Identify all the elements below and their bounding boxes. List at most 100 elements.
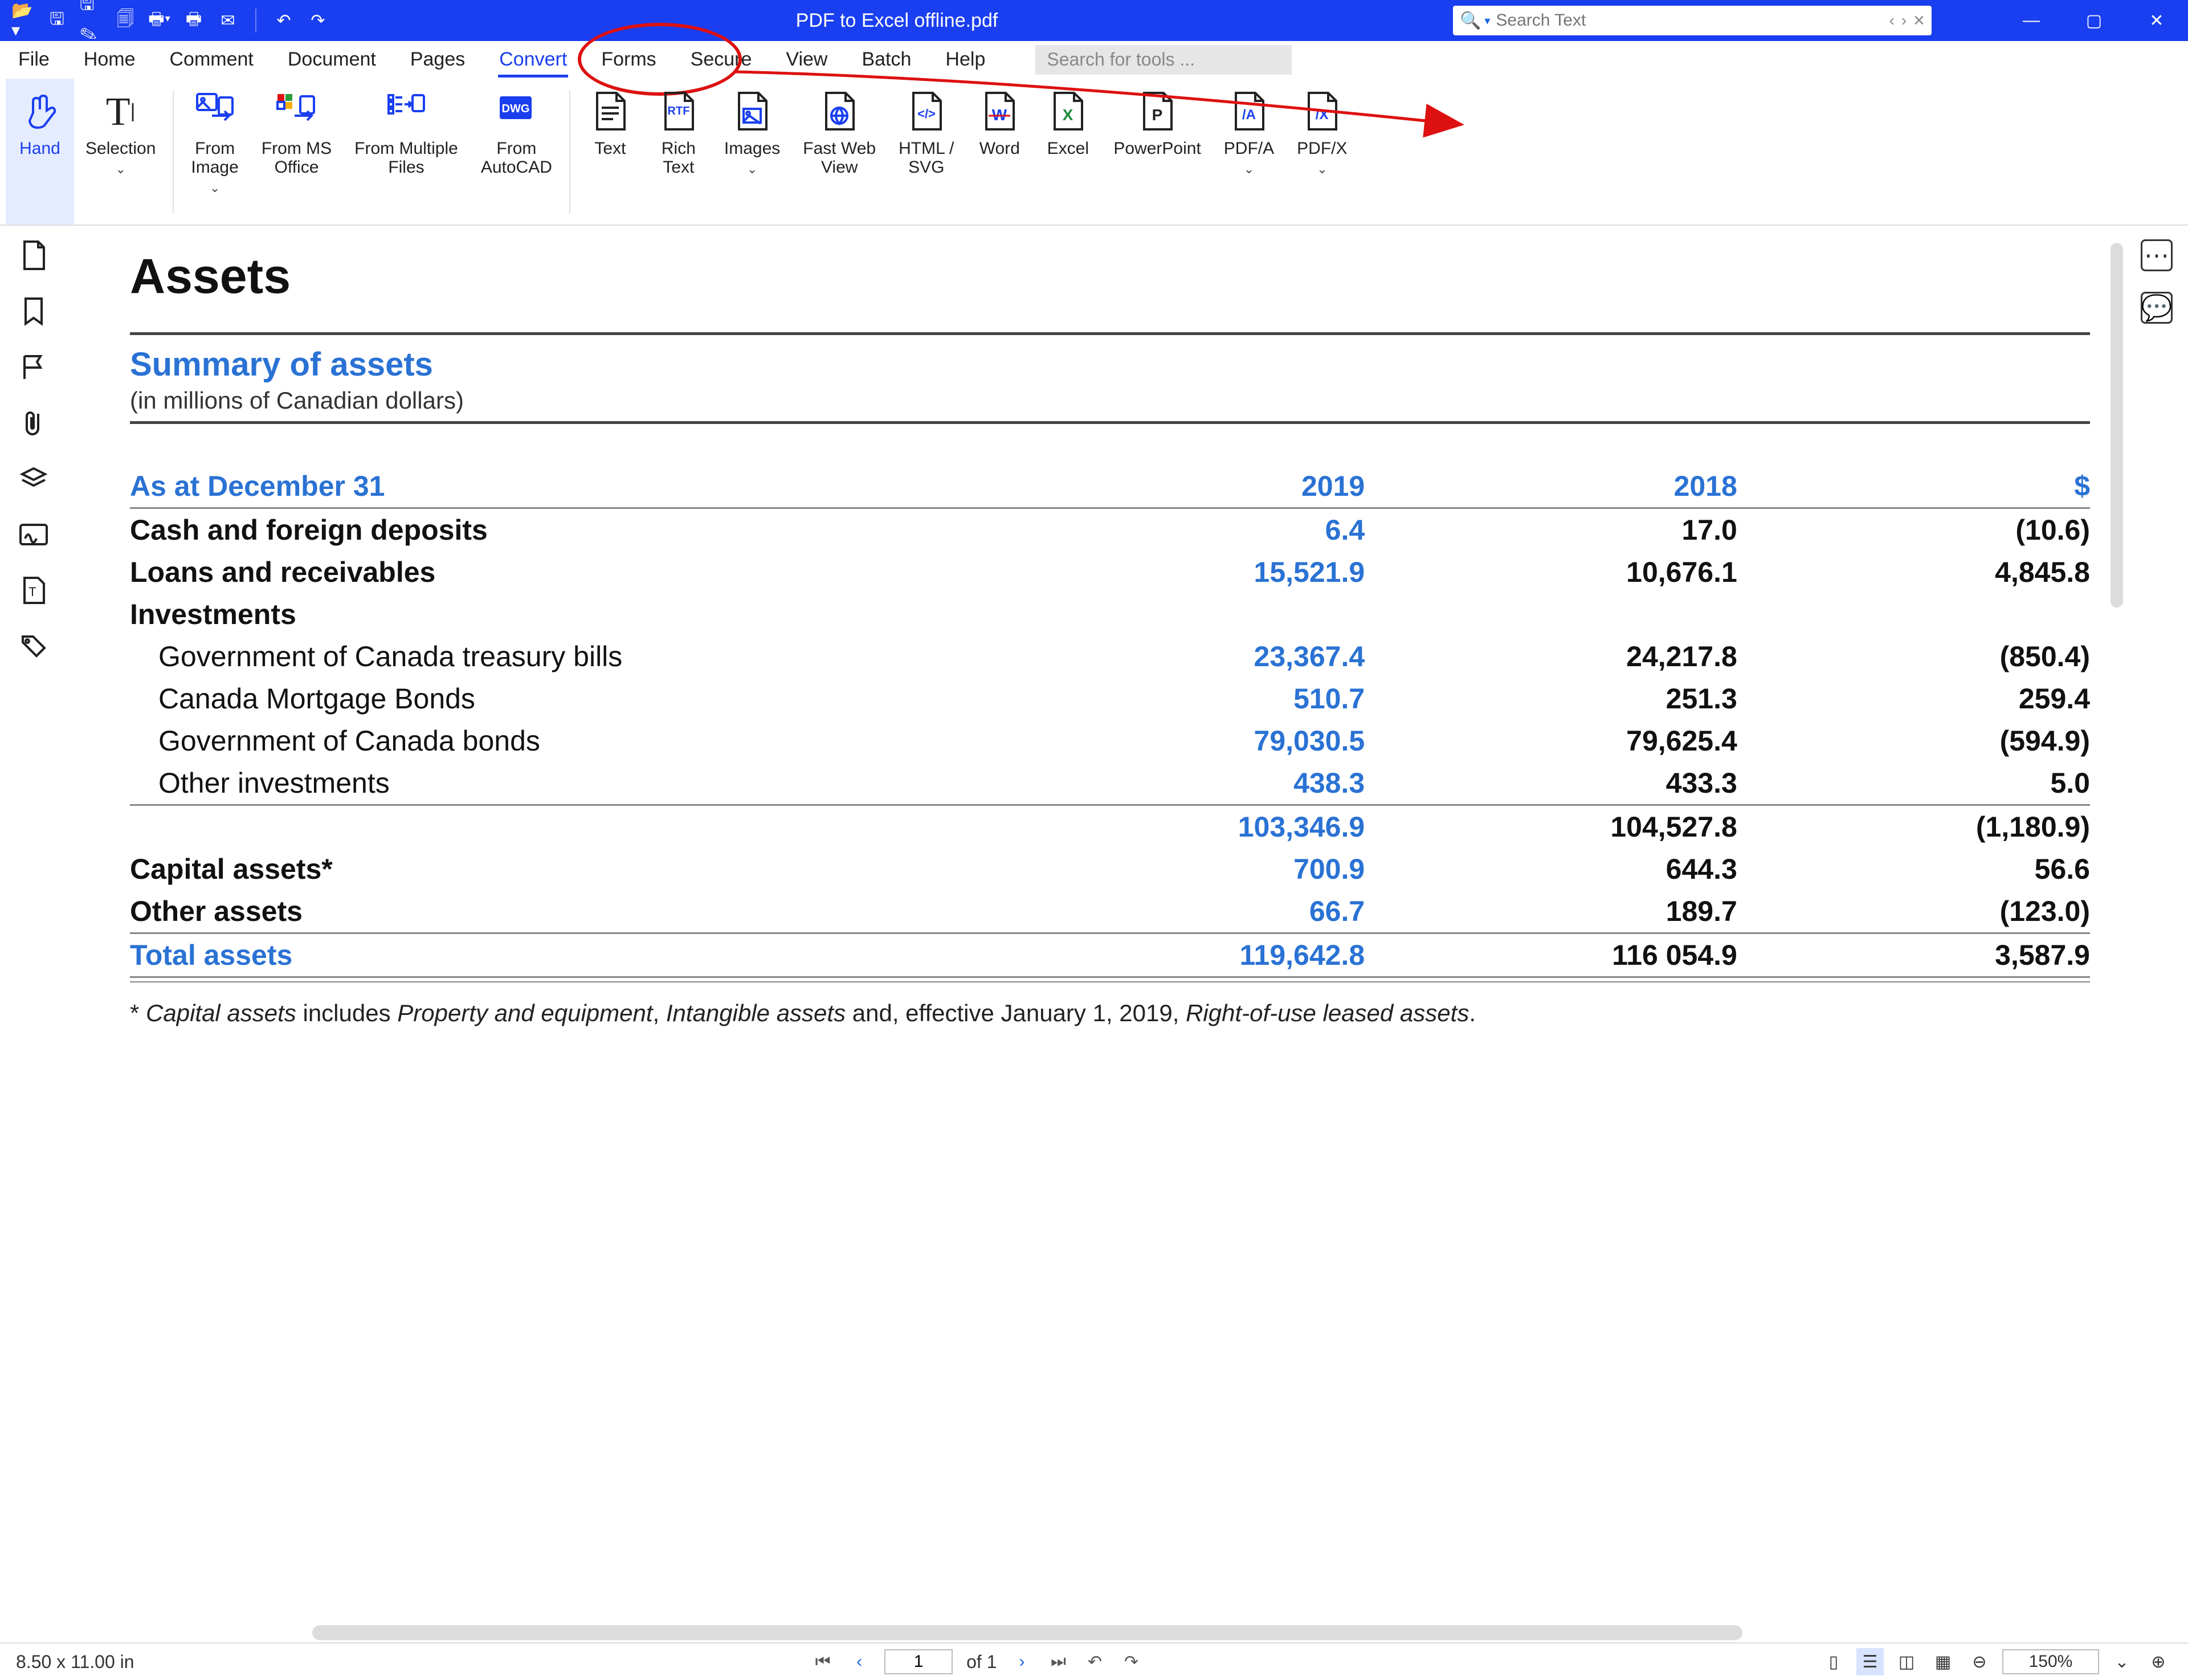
ribbon-selection[interactable]: T| Selection ⌄ [74, 79, 167, 225]
open-folder-icon[interactable]: 📂▾ [11, 9, 34, 32]
horizontal-scrollbar-track[interactable] [227, 1625, 2057, 1640]
separator [173, 90, 174, 213]
table-cell: Government of Canada bonds [130, 720, 993, 762]
table-cell: Other assets [130, 890, 993, 933]
search-next-icon[interactable]: › [1901, 11, 1907, 30]
chevron-down-icon[interactable]: ⌄ [115, 162, 125, 176]
save-as-icon[interactable]: 🖫✎ [80, 9, 103, 32]
ribbon-from-image[interactable]: From Image ⌄ [179, 79, 250, 225]
chevron-down-icon[interactable]: ⌄ [1317, 162, 1327, 176]
chevron-down-icon[interactable]: ⌄ [210, 181, 220, 195]
table-cell: Investments [130, 593, 993, 635]
table-cell: Total assets [130, 933, 993, 977]
last-page-button[interactable]: ⏭ [1047, 1652, 1069, 1671]
maximize-button[interactable]: ▢ [2063, 0, 2125, 41]
bookmarks-icon[interactable] [18, 295, 50, 327]
separator [255, 9, 256, 32]
single-page-view-button[interactable]: ▯ [1820, 1648, 1847, 1675]
table-cell [993, 593, 1365, 635]
prev-page-button[interactable]: ‹ [848, 1652, 871, 1671]
table-cell: Government of Canada treasury bills [130, 635, 993, 678]
ribbon-powerpoint[interactable]: P PowerPoint [1102, 79, 1212, 225]
layers-icon[interactable] [18, 463, 50, 495]
comment-panel-icon[interactable]: ⋯ [2141, 239, 2173, 271]
two-page-continuous-button[interactable]: ▦ [1929, 1648, 1957, 1675]
chevron-down-icon[interactable]: ⌄ [1244, 162, 1254, 176]
nav-back-button[interactable]: ↶ [1083, 1652, 1106, 1672]
search-box[interactable]: 🔍 ▾ ‹ › × [1453, 6, 1932, 35]
ribbon-excel[interactable]: X Excel [1034, 79, 1102, 225]
table-cell: 79,625.4 [1365, 720, 1737, 762]
content-icon[interactable]: T [18, 574, 50, 606]
next-page-button[interactable]: › [1010, 1652, 1033, 1671]
menu-home[interactable]: Home [83, 44, 137, 75]
redo-icon[interactable]: ↷ [307, 9, 329, 32]
ribbon-hand[interactable]: Hand [6, 79, 74, 225]
view-controls: ▯ ☰ ◫ ▦ ⊖ 150% ⌄ ⊕ [1820, 1648, 2172, 1675]
table-cell: (10.6) [1737, 508, 2090, 552]
search-options-chevron-icon[interactable]: ▾ [1484, 14, 1490, 28]
menu-comment[interactable]: Comment [169, 44, 255, 75]
zoom-in-button[interactable]: ⊕ [2145, 1648, 2172, 1675]
menu-view[interactable]: View [785, 44, 828, 75]
quick-print-icon[interactable]: 🖶 [182, 9, 205, 32]
document-viewport[interactable]: Assets Summary of assets (in millions of… [67, 226, 2125, 1642]
menu-batch[interactable]: Batch [860, 44, 912, 75]
ribbon-pdfx[interactable]: /X PDF/X ⌄ [1285, 79, 1358, 225]
table-cell: 700.9 [993, 848, 1365, 890]
html-file-icon: </> [904, 89, 949, 134]
tags-icon[interactable] [18, 630, 50, 662]
undo-icon[interactable]: ↶ [272, 9, 295, 32]
ribbon-word[interactable]: W Word [965, 79, 1034, 225]
menu-help[interactable]: Help [944, 44, 986, 75]
chevron-down-icon[interactable]: ⌄ [747, 162, 757, 176]
ribbon-pdfa[interactable]: /A PDF/A ⌄ [1213, 79, 1285, 225]
minimize-button[interactable]: — [2000, 0, 2063, 41]
zoom-level-input[interactable]: 150% [2002, 1649, 2099, 1674]
signatures-icon[interactable] [18, 519, 50, 551]
tool-search[interactable]: Search for tools ... [1035, 45, 1292, 75]
page-number-input[interactable] [884, 1649, 953, 1674]
thumbnails-icon[interactable] [18, 239, 50, 271]
menu-convert[interactable]: Convert [498, 44, 568, 75]
section-subtitle: (in millions of Canadian dollars) [130, 387, 2090, 414]
copy-icon[interactable]: 🗐 [114, 9, 137, 32]
flag-icon[interactable] [18, 351, 50, 383]
search-close-icon[interactable]: × [1913, 10, 1925, 32]
search-input[interactable] [1496, 11, 1889, 30]
ribbon-images[interactable]: Images ⌄ [713, 79, 791, 225]
continuous-view-button[interactable]: ☰ [1856, 1648, 1884, 1675]
menu-forms[interactable]: Forms [600, 44, 657, 75]
close-button[interactable]: ✕ [2125, 0, 2188, 41]
ribbon-label: Fast Web View [803, 139, 876, 177]
separator [569, 90, 570, 213]
menu-document[interactable]: Document [287, 44, 377, 75]
ribbon-text[interactable]: Text [576, 79, 644, 225]
table-cell: 433.3 [1365, 762, 1737, 805]
ribbon-label: From Image [191, 139, 238, 177]
zoom-dropdown-button[interactable]: ⌄ [2108, 1648, 2136, 1675]
menu-pages[interactable]: Pages [409, 44, 466, 75]
search-icon: 🔍 [1460, 11, 1481, 31]
zoom-out-button[interactable]: ⊖ [1966, 1648, 1993, 1675]
ribbon-fast-web-view[interactable]: Fast Web View [791, 79, 887, 225]
ribbon-rich-text[interactable]: RTF Rich Text [644, 79, 713, 225]
print-icon[interactable]: 🖶▾ [148, 9, 171, 32]
chat-panel-icon[interactable]: 💬 [2141, 292, 2173, 324]
first-page-button[interactable]: ⏮ [811, 1652, 834, 1671]
ribbon-from-multiple-files[interactable]: From Multiple Files [343, 79, 470, 225]
ribbon-from-autocad[interactable]: DWG From AutoCAD [470, 79, 564, 225]
excel-file-icon: X [1045, 89, 1091, 134]
email-icon[interactable]: ✉ [217, 9, 239, 32]
menu-secure[interactable]: Secure [689, 44, 753, 75]
ribbon-from-ms-office[interactable]: From MS Office [250, 79, 343, 225]
vertical-scrollbar[interactable] [2111, 243, 2123, 607]
save-icon[interactable]: 🖫 [46, 9, 68, 32]
nav-forward-button[interactable]: ↷ [1120, 1652, 1142, 1672]
horizontal-scrollbar-thumb[interactable] [312, 1625, 1742, 1640]
search-prev-icon[interactable]: ‹ [1889, 11, 1894, 30]
attachments-icon[interactable] [18, 407, 50, 439]
ribbon-html-svg[interactable]: </> HTML / SVG [887, 79, 965, 225]
menu-file[interactable]: File [17, 44, 51, 75]
two-page-view-button[interactable]: ◫ [1893, 1648, 1920, 1675]
